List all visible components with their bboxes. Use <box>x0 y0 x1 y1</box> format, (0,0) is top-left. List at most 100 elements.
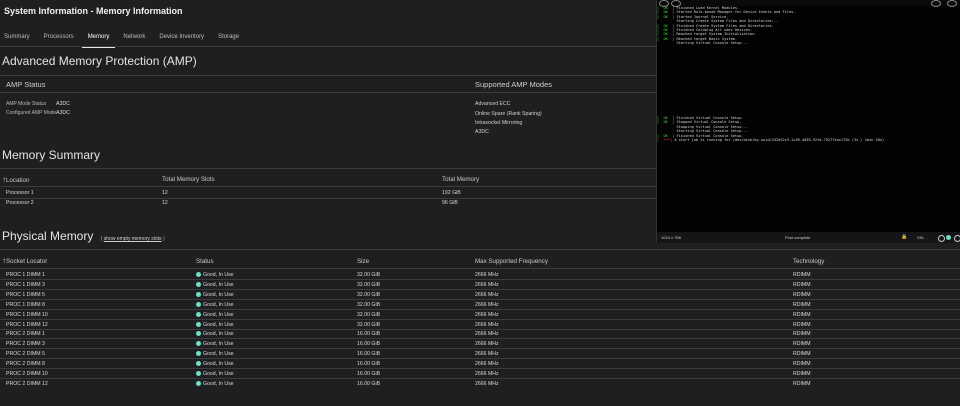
frequency-cell: 2666 MHz <box>475 351 499 358</box>
console-line-text: Starting Create System Files and Directo… <box>657 19 779 24</box>
supported-mode-item: Online Spare (Rank Sparing) <box>475 111 542 117</box>
console-line-text: Starting Virtual Console Setup... <box>657 129 748 134</box>
technology-cell: RDIMM <box>793 291 811 298</box>
slots-cell: 12 <box>162 190 168 196</box>
size-cell: 16.00 GiB <box>357 371 381 377</box>
status-ok-icon <box>196 281 201 287</box>
frequency-cell: 2666 MHz <box>475 361 499 368</box>
frequency-cell: 2666 MHz <box>475 272 499 278</box>
size-cell: 32.00 GiB <box>357 321 381 328</box>
console-status-tag: [ OK ] <box>657 14 675 19</box>
status-ok-icon <box>196 361 201 367</box>
slots-cell: 12 <box>162 200 168 206</box>
console-line: [ OK ] Started Rule-based Manager for De… <box>657 10 795 14</box>
status-text: Good, In Use <box>203 371 234 377</box>
show-empty-slots-link[interactable]: show empty memory slots <box>104 236 162 242</box>
tab-network[interactable]: Network <box>123 30 145 46</box>
console-status-tag: [ OK ] <box>657 10 675 15</box>
col-size[interactable]: Size <box>357 258 369 265</box>
amp-mode-status-value: A3DC <box>56 101 70 107</box>
console-status-tag: [ OK ] <box>657 36 675 41</box>
frequency-cell: 2666 MHz <box>475 281 499 288</box>
technology-cell: RDIMM <box>793 380 811 387</box>
console-status-tag: [ OK ] <box>657 116 675 120</box>
show-empty-slots-toggle[interactable]: ( show empty memory slots ) <box>101 236 165 242</box>
col-status[interactable]: Status <box>196 258 214 265</box>
frequency-cell: 2666 MHz <box>475 341 499 348</box>
console-line: [ OK ] Reached target Basic System. <box>657 37 737 41</box>
tab-processors[interactable]: Processors <box>44 30 74 46</box>
status-cell: Good, In Use <box>196 361 234 367</box>
console-line-text: Finished Create System Files and Directo… <box>674 23 774 28</box>
console-line: [ OK ] Finished Virtual Console Setup. <box>657 116 744 120</box>
status-cell: Good, In Use <box>196 272 234 278</box>
technology-cell: RDIMM <box>793 301 811 308</box>
console-line-text: Reached target System Initialization. <box>674 32 757 37</box>
col-location[interactable]: ↑Location <box>2 175 29 184</box>
tab-device-inventory[interactable]: Device Inventory <box>159 30 204 46</box>
configured-amp-mode-value: A3DC <box>56 110 70 116</box>
console-line: [ OK ] Reached target System Initializat… <box>657 32 757 36</box>
status-text: Good, In Use <box>203 301 234 308</box>
memory-summary-heading: Memory Summary <box>2 148 101 162</box>
console-line: [ ***] A start job is running for /dev/d… <box>657 138 884 142</box>
console-line: [ OK ] Finished Create System Files and … <box>657 24 774 28</box>
technology-cell: RDIMM <box>793 281 811 288</box>
frequency-cell: 2666 MHz <box>475 371 499 377</box>
frequency-cell: 2666 MHz <box>475 291 499 298</box>
console-status-tag: [ OK ] <box>657 23 675 28</box>
status-cell: Good, In Use <box>196 311 234 318</box>
frequency-cell: 2666 MHz <box>475 301 499 308</box>
status-circle-icon <box>938 235 945 242</box>
console-line-text: Finished Coldplug All udev Devices. <box>674 28 753 32</box>
socket-cell: PROC 1 DIMM 1 <box>6 272 45 278</box>
col-max-frequency[interactable]: Max Supported Frequency <box>475 258 548 265</box>
console-line-text: Started Rule-based Manager for Device Ev… <box>674 10 796 15</box>
divider <box>0 75 656 76</box>
console-line-text: A start job is running for /dev/disk/by-… <box>672 138 885 142</box>
tab-storage[interactable]: Storage <box>218 30 239 46</box>
socket-cell: PROC 1 DIMM 5 <box>6 291 45 298</box>
col-total-memory[interactable]: Total Memory <box>442 176 479 183</box>
amp-mode-status-label: AMP Mode Status <box>6 101 47 107</box>
status-ok-icon <box>196 380 201 386</box>
size-cell: 16.00 GiB <box>357 331 381 338</box>
status-ok-icon <box>196 341 201 347</box>
close-icon[interactable] <box>947 0 957 7</box>
console-line: [ OK ] Finished Coldplug All udev Device… <box>657 28 752 32</box>
col-technology[interactable]: Technology <box>793 258 824 265</box>
console-line-text: Stopping Virtual Console Setup... <box>657 124 748 129</box>
technology-cell: RDIMM <box>793 341 811 348</box>
minimize-icon[interactable] <box>931 0 941 7</box>
total-cell: 192 GiB <box>442 190 461 196</box>
page-title: System Information - Memory Information <box>4 6 183 16</box>
socket-cell: PROC 2 DIMM 3 <box>6 341 45 348</box>
status-text: Good, In Use <box>203 361 234 368</box>
status-cell: Good, In Use <box>196 301 234 308</box>
console-line-text: Starting Virtual Console Setup... <box>657 41 748 46</box>
status-text: Good, In Use <box>203 321 234 328</box>
tab-summary[interactable]: Summary <box>4 30 30 46</box>
technology-cell: RDIMM <box>793 351 811 358</box>
console-status-tag: [ ***] <box>657 138 673 142</box>
console-line: [ OK ] Stopped Virtual Console Setup. <box>657 120 741 124</box>
status-cell: Good, In Use <box>196 281 234 288</box>
console-status-tag: [ OK ] <box>657 133 675 138</box>
status-ok-icon <box>196 331 201 337</box>
console-line-text: Reached target Basic System. <box>674 36 738 41</box>
console-line-text: Finished Virtual Console Setup. <box>674 116 744 120</box>
location-cell: Processor 1 <box>6 190 34 196</box>
frequency-cell: 2666 MHz <box>475 321 499 328</box>
remote-console-window[interactable]: [ OK ] Finished Load Kernel Modules.[ OK… <box>656 0 960 243</box>
supported-mode-item: Advanced ECC <box>475 101 511 107</box>
technology-cell: RDIMM <box>793 272 811 278</box>
console-line-text: Finished Virtual Console Setup. <box>674 133 744 138</box>
col-total-memory-slots[interactable]: Total Memory Slots <box>162 176 215 183</box>
technology-cell: RDIMM <box>793 371 811 377</box>
col-socket-locator[interactable]: ↑Socket Locator <box>2 256 47 265</box>
supported-mode-item: Intrasocket Mirroring <box>475 120 523 126</box>
table-row: PROC 2 DIMM 12 Good, In Use 16.00 GiB 2666 … <box>0 379 960 389</box>
socket-cell: PROC 2 DIMM 5 <box>6 351 45 358</box>
configured-amp-mode-label: Configured AMP Mode <box>6 110 57 116</box>
socket-cell: PROC 2 DIMM 12 <box>6 380 48 387</box>
